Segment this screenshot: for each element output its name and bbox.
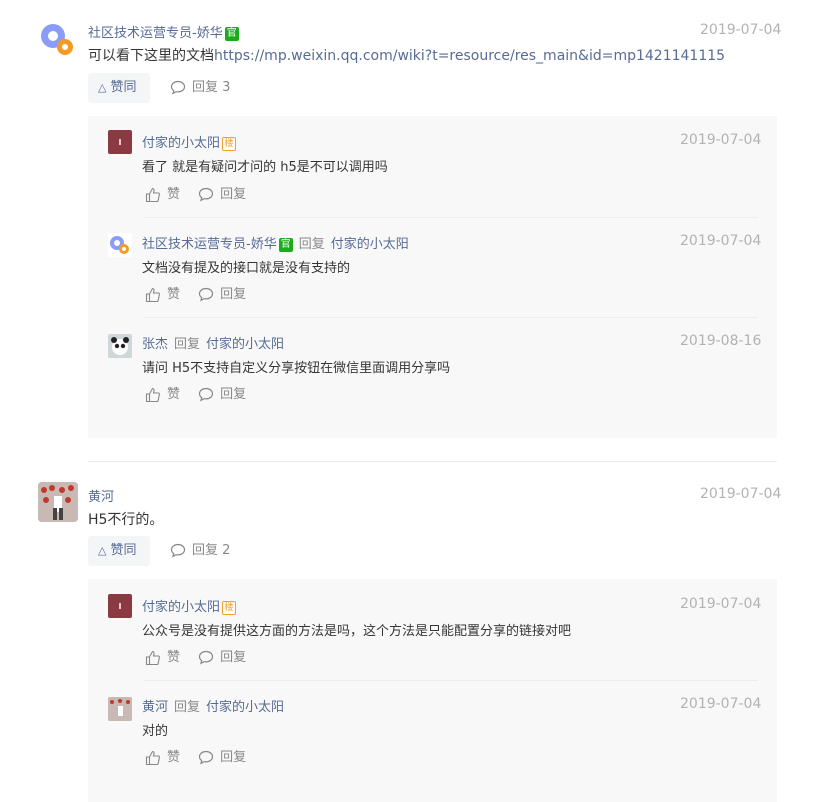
reply-text: 对的 bbox=[142, 724, 169, 739]
reply-actions: 赞 回复 bbox=[145, 646, 260, 666]
comment-body: H5不行的。 bbox=[88, 512, 164, 528]
official-badge: 官 bbox=[224, 27, 239, 41]
upvote-label: 赞同 bbox=[110, 543, 137, 558]
comment-text: H5不行的。 bbox=[88, 509, 163, 529]
comment-text: 可以看下这里的文档https://mp.weixin.qq.com/wiki?t… bbox=[88, 45, 725, 65]
reply-actions: 赞 回复 bbox=[145, 183, 260, 203]
avatar[interactable] bbox=[108, 697, 132, 721]
divider bbox=[143, 217, 758, 218]
thumbs-up-icon bbox=[145, 650, 160, 665]
reply-button[interactable]: 回复 bbox=[198, 750, 246, 765]
comment-icon bbox=[199, 187, 214, 202]
reply-date: 2019-07-04 bbox=[680, 132, 762, 148]
avatar[interactable] bbox=[108, 334, 132, 358]
author-name[interactable]: 张杰 bbox=[142, 337, 168, 352]
reply-text: 公众号是没有提供这方面的方法是吗，这个方法是只能配置分享的链接对吧 bbox=[142, 624, 572, 639]
reply-word: 回复 bbox=[174, 337, 201, 352]
author-name[interactable]: 黄河 bbox=[88, 490, 114, 505]
reply-label: 回复 bbox=[220, 387, 247, 402]
like-button[interactable]: 赞 bbox=[145, 650, 180, 665]
reply-target[interactable]: 付家的小太阳 bbox=[331, 237, 409, 252]
comment-author[interactable]: 社区技术运营专员-娇华官 bbox=[88, 22, 239, 41]
reply-actions: 赞 回复 bbox=[145, 283, 260, 303]
upvote-label: 赞同 bbox=[110, 80, 137, 95]
thread-divider bbox=[88, 461, 777, 462]
triangle-up-icon: △ bbox=[98, 81, 107, 94]
reply-date: 2019-07-04 bbox=[680, 696, 762, 712]
reply-button[interactable]: 回复 3 bbox=[170, 73, 230, 103]
reply-button[interactable]: 回复 bbox=[198, 387, 246, 402]
reply-button[interactable]: 回复 bbox=[198, 650, 246, 665]
author-name[interactable]: 付家的小太阳 bbox=[142, 600, 220, 615]
doc-link[interactable]: https://mp.weixin.qq.com/wiki?t=resource… bbox=[214, 48, 725, 64]
like-button[interactable]: 赞 bbox=[145, 287, 180, 302]
like-label: 赞 bbox=[167, 750, 181, 765]
comment-date: 2019-07-04 bbox=[700, 486, 782, 502]
reply-count: 回复 2 bbox=[192, 543, 231, 558]
like-button[interactable]: 赞 bbox=[145, 187, 180, 202]
like-label: 赞 bbox=[167, 650, 181, 665]
author-name[interactable]: 社区技术运营专员-娇华 bbox=[142, 237, 277, 252]
like-label: 赞 bbox=[167, 187, 181, 202]
reply-actions: 赞 回复 bbox=[145, 383, 260, 403]
comment-icon bbox=[199, 650, 214, 665]
comment-icon bbox=[199, 750, 214, 765]
reply-author[interactable]: 黄河 回复 付家的小太阳 bbox=[142, 696, 284, 715]
like-label: 赞 bbox=[167, 387, 181, 402]
op-badge: 楼 bbox=[222, 137, 237, 151]
comment-icon bbox=[170, 80, 186, 95]
comment-date: 2019-07-04 bbox=[700, 22, 782, 38]
comment-body: 可以看下这里的文档 bbox=[88, 48, 214, 64]
like-label: 赞 bbox=[167, 287, 181, 302]
avatar[interactable] bbox=[38, 482, 78, 522]
thumbs-up-icon bbox=[145, 387, 160, 402]
reply-text: 看了 就是有疑问才问的 h5是不可以调用吗 bbox=[142, 160, 388, 175]
reply-text: 文档没有提及的接口就是没有支持的 bbox=[142, 261, 351, 276]
reply-label: 回复 bbox=[220, 187, 247, 202]
op-badge: 楼 bbox=[222, 601, 237, 615]
reply-button[interactable]: 回复 bbox=[198, 287, 246, 302]
reply-label: 回复 bbox=[220, 650, 247, 665]
triangle-up-icon: △ bbox=[98, 544, 107, 557]
avatar[interactable] bbox=[108, 594, 132, 618]
reply-word: 回复 bbox=[174, 700, 201, 715]
reply-author[interactable]: 付家的小太阳楼 bbox=[142, 132, 237, 151]
reply-button[interactable]: 回复 bbox=[198, 187, 246, 202]
thumbs-up-icon bbox=[145, 187, 160, 202]
reply-label: 回复 bbox=[220, 750, 247, 765]
reply-actions: 赞 回复 bbox=[145, 746, 260, 766]
like-button[interactable]: 赞 bbox=[145, 750, 180, 765]
thumbs-up-icon bbox=[145, 750, 160, 765]
avatar[interactable] bbox=[108, 130, 132, 154]
reply-count: 回复 3 bbox=[192, 80, 231, 95]
comment-icon bbox=[199, 287, 214, 302]
reply-author[interactable]: 社区技术运营专员-娇华官回复 付家的小太阳 bbox=[142, 233, 409, 252]
upvote-button[interactable]: △ 赞同 bbox=[88, 73, 150, 103]
comment-icon bbox=[199, 387, 214, 402]
divider bbox=[143, 680, 758, 681]
reply-date: 2019-07-04 bbox=[680, 596, 762, 612]
like-button[interactable]: 赞 bbox=[145, 387, 180, 402]
avatar[interactable] bbox=[38, 20, 78, 60]
reply-target[interactable]: 付家的小太阳 bbox=[206, 700, 284, 715]
reply-word: 回复 bbox=[298, 237, 325, 252]
author-name[interactable]: 社区技术运营专员-娇华 bbox=[88, 26, 223, 41]
reply-date: 2019-07-04 bbox=[680, 233, 762, 249]
avatar[interactable] bbox=[108, 233, 132, 257]
thumbs-up-icon bbox=[145, 287, 160, 302]
comment-icon bbox=[170, 543, 186, 558]
official-badge: 官 bbox=[278, 238, 293, 252]
author-name[interactable]: 黄河 bbox=[142, 700, 168, 715]
divider bbox=[143, 317, 758, 318]
author-name[interactable]: 付家的小太阳 bbox=[142, 136, 220, 151]
reply-text: 请问 H5不支持自定义分享按钮在微信里面调用分享吗 bbox=[142, 361, 451, 376]
reply-author[interactable]: 付家的小太阳楼 bbox=[142, 596, 237, 615]
reply-date: 2019-08-16 bbox=[680, 333, 762, 349]
comment-author[interactable]: 黄河 bbox=[88, 486, 114, 505]
reply-button[interactable]: 回复 2 bbox=[170, 536, 230, 566]
reply-label: 回复 bbox=[220, 287, 247, 302]
reply-target[interactable]: 付家的小太阳 bbox=[206, 337, 284, 352]
reply-author[interactable]: 张杰 回复 付家的小太阳 bbox=[142, 333, 284, 352]
upvote-button[interactable]: △ 赞同 bbox=[88, 536, 150, 566]
